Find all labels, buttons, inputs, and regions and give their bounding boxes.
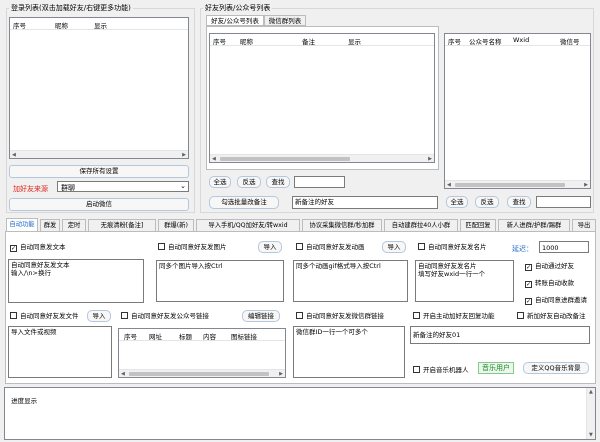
friends-invert-button[interactable]: 反选	[237, 176, 261, 188]
official-select-all-button[interactable]: 全选	[446, 196, 468, 208]
tab-group-list[interactable]: 微信群列表	[264, 15, 306, 26]
check-icon: ✓	[525, 281, 532, 288]
auto-remark-input[interactable]: 新备注的好友01	[410, 326, 590, 344]
friends-group-title: 好友列表/公众号列表	[203, 4, 273, 13]
import-image-button[interactable]: 导入	[258, 241, 282, 253]
official-list[interactable]: 序号 公众号名称 Wxid 微信号 ◀ ▶	[444, 33, 591, 189]
tab-schedule[interactable]: 定时	[62, 219, 86, 231]
auto-group-invite-checkbox[interactable]: ✓ 自动同意进群邀请	[525, 296, 587, 305]
official-invert-button[interactable]: 反选	[475, 196, 499, 208]
delete-collect-checkbox[interactable]: ✓ 转账自动收款	[525, 279, 574, 288]
official-search-input[interactable]	[536, 196, 591, 208]
col-wechat-id[interactable]: 微信号	[560, 36, 580, 46]
chevron-down-icon[interactable]: ⌄	[180, 182, 186, 190]
import-file-button[interactable]: 导入	[87, 310, 111, 322]
login-list[interactable]: 序号 昵称 显示 ◀ ▶	[9, 17, 189, 159]
col-url[interactable]: 网址	[149, 331, 162, 341]
agree-card-checkbox[interactable]: 自动同意好友发名片	[418, 243, 487, 252]
tab-auto[interactable]: 自动功能	[6, 218, 38, 231]
friends-hscroll[interactable]: ◀ ▶	[210, 154, 434, 162]
agree-text-checkbox[interactable]: ✓ 自动同意发文本	[10, 243, 66, 252]
music-user-label: 音乐用户	[478, 362, 514, 374]
agree-group-link-checkbox[interactable]: 自动同意好友发微信群链接	[296, 312, 384, 321]
import-gif-button[interactable]: 导入	[382, 241, 406, 253]
col-wxid[interactable]: Wxid	[513, 36, 529, 44]
qq-music-bg-button[interactable]: 定义QQ音乐背景	[523, 362, 589, 374]
tab-clean-fans[interactable]: 无痕清粉[备注]	[88, 219, 156, 231]
card-list[interactable]: 自动同意好友发名片 填写好友wxid一行一个	[415, 260, 514, 302]
col-index[interactable]: 序号	[13, 20, 26, 30]
music-bot-checkbox[interactable]: 开启音乐机器人	[413, 366, 469, 375]
check-icon: ✓	[10, 245, 17, 252]
official-hscroll[interactable]: ◀ ▶	[445, 180, 590, 188]
remark-input[interactable]: 新备注的好友	[292, 196, 438, 209]
col-display[interactable]: 显示	[94, 20, 107, 30]
col-remark[interactable]: 备注	[302, 36, 315, 46]
launch-wechat-button[interactable]: 启动微信	[9, 198, 189, 211]
group-link-list[interactable]: 微信群ID一行一个可多个	[293, 326, 405, 378]
agree-text-content[interactable]: 自动同意好友发文本 输入/\n>换行	[8, 259, 144, 303]
agree-image-checkbox[interactable]: 自动同意好友发图片	[158, 243, 227, 252]
friends-select-all-button[interactable]: 全选	[209, 176, 231, 188]
official-search-button[interactable]: 查找	[507, 196, 531, 208]
source-label: 加好友来源	[13, 185, 48, 193]
col-index[interactable]: 序号	[124, 331, 137, 341]
progress-label: 进度显示	[11, 397, 38, 405]
delay-input[interactable]: 1000	[539, 241, 589, 253]
col-icon-link[interactable]: 图标链接	[231, 331, 257, 341]
tab-import-phone[interactable]: 导入手机/QQ加好友/转wxid	[196, 219, 300, 231]
auto-pass-checkbox[interactable]: ✓ 自动通过好友	[525, 262, 574, 271]
tab-auto-build-group[interactable]: 自动建群拉40人小群	[384, 219, 458, 231]
col-official-name[interactable]: 公众号名称	[469, 36, 502, 46]
friends-search-input[interactable]	[294, 176, 345, 188]
auto-remark-checkbox[interactable]: 新加好友自动改备注	[517, 312, 586, 321]
tab-match-reply[interactable]: 匹配回复	[460, 219, 496, 231]
tab-export[interactable]: 导出	[572, 219, 596, 231]
tab-friends-official[interactable]: 好友/公众号列表	[206, 15, 264, 26]
auto-reply-checkbox[interactable]: 开启主动加好友回复功能	[413, 312, 495, 321]
check-icon: ✓	[525, 298, 532, 305]
official-link-hscroll[interactable]: ◀ ▶	[119, 369, 285, 377]
save-settings-button[interactable]: 保存所有设置	[9, 165, 189, 178]
col-display[interactable]: 显示	[348, 36, 361, 46]
agree-gif-checkbox[interactable]: 自动同意好友发动画	[296, 243, 365, 252]
friends-search-button[interactable]: 查找	[266, 176, 290, 188]
image-list[interactable]: 同多个图片导入按Ctrl	[156, 260, 284, 302]
progress-log[interactable]: 进度显示	[4, 387, 596, 440]
tab-collect-group[interactable]: 协议采集微信群/秒加群	[302, 219, 382, 231]
gif-list[interactable]: 同多个动画gif格式导入按Ctrl	[293, 260, 408, 302]
official-link-list[interactable]: 序号 网址 标题 内容 图标链接 ◀ ▶	[118, 328, 286, 378]
source-value: 群聊	[61, 184, 75, 192]
progress-vscroll[interactable]: ▲ ▼	[586, 388, 595, 439]
source-select[interactable]: 群聊 ⌄	[57, 181, 189, 192]
file-list[interactable]: 导入文件或视频	[8, 326, 112, 378]
col-title[interactable]: 标题	[179, 331, 192, 341]
chevron-up-icon[interactable]: ▲	[589, 389, 593, 395]
col-content[interactable]: 内容	[203, 331, 216, 341]
col-nickname[interactable]: 昵称	[55, 20, 68, 30]
friends-list[interactable]: 序号 昵称 备注 显示 ◀ ▶	[209, 33, 435, 163]
edit-link-button[interactable]: 编辑链接	[242, 310, 280, 322]
login-hscroll[interactable]: ◀ ▶	[10, 150, 188, 158]
tab-mass-send[interactable]: 群发	[40, 219, 60, 231]
tab-new-member[interactable]: 新人进群/护群/踢群	[498, 219, 570, 231]
check-icon: ✓	[525, 264, 532, 271]
delay-label: 延迟：	[512, 245, 533, 253]
chevron-down-icon[interactable]: ▼	[589, 432, 593, 438]
col-index[interactable]: 序号	[448, 36, 461, 46]
tab-group-burst[interactable]: 群爆(新)	[158, 219, 194, 231]
batch-remark-button[interactable]: 勾选批量改备注	[209, 196, 279, 209]
agree-file-checkbox[interactable]: 自动同意好友发文件	[10, 312, 79, 321]
agree-official-checkbox[interactable]: 自动同意好友发公众号链接	[121, 312, 209, 321]
login-group-title: 登录列表(双击加载好友/右键更多功能)	[9, 4, 133, 13]
col-index[interactable]: 序号	[213, 36, 226, 46]
col-nickname[interactable]: 昵称	[240, 36, 253, 46]
